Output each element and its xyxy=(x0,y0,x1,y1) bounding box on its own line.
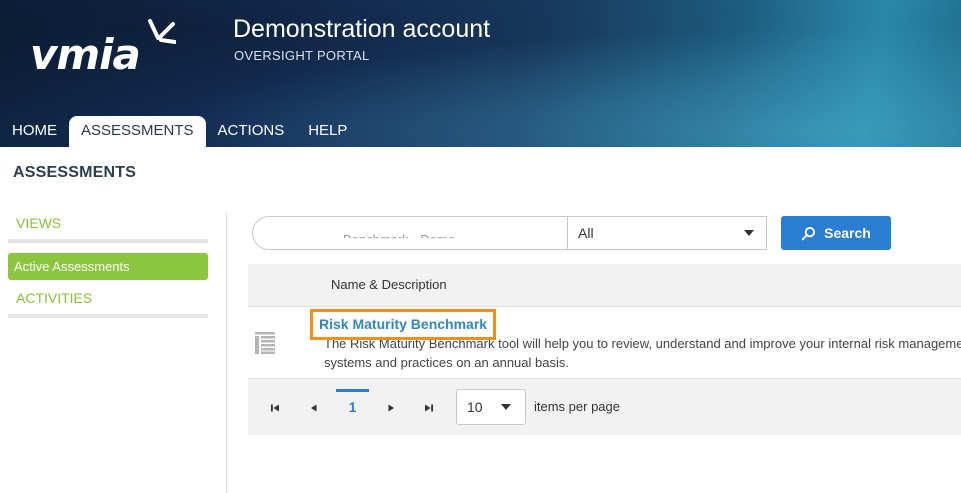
account-title: Demonstration account xyxy=(233,15,491,43)
vmia-logo[interactable]: vmia xyxy=(30,18,180,79)
nav-item-home[interactable]: HOME xyxy=(0,116,69,147)
chevron-down-icon xyxy=(744,230,754,236)
sidebar-divider xyxy=(8,239,208,243)
page-title: ASSESSMENTS xyxy=(13,164,137,181)
next-page-icon[interactable] xyxy=(384,401,398,415)
table-row: The Risk Maturity Benchmark tool will he… xyxy=(248,307,961,379)
column-header-name[interactable]: Name & Description xyxy=(331,277,447,292)
search-input-value: Benchmark - Demo xyxy=(343,232,455,247)
search-button[interactable]: Search xyxy=(781,216,891,250)
page-size-select[interactable]: 10 xyxy=(456,389,526,425)
sidebar: VIEWS Active Assessments ACTIVITIES xyxy=(8,212,208,318)
page-number-label: 1 xyxy=(348,399,357,415)
site-header: vmia Demonstration account OVERSIGHT POR… xyxy=(0,0,961,147)
current-page-indicator xyxy=(336,389,369,392)
assessment-list-icon xyxy=(255,332,275,354)
page-size-label: items per page xyxy=(534,399,620,414)
nav-item-actions[interactable]: ACTIONS xyxy=(206,116,297,147)
table-header: Name & Description xyxy=(248,264,961,307)
previous-page-icon[interactable] xyxy=(307,401,321,415)
page-size-value: 10 xyxy=(467,399,483,415)
nav-item-assessments[interactable]: ASSESSMENTS xyxy=(69,116,206,147)
filter-select[interactable]: All xyxy=(567,216,767,250)
assessment-link-risk-maturity-benchmark[interactable]: Risk Maturity Benchmark xyxy=(310,309,497,340)
main-nav: HOME ASSESSMENTS ACTIONS HELP xyxy=(0,116,359,147)
logo-star-icon xyxy=(148,19,176,44)
filter-select-value: All xyxy=(578,225,594,241)
last-page-icon[interactable] xyxy=(422,401,436,415)
sidebar-item-active-assessments[interactable]: Active Assessments xyxy=(8,253,208,280)
logo-text: vmia xyxy=(30,30,141,79)
search-input[interactable]: Benchmark - Demo xyxy=(252,216,568,250)
search-icon xyxy=(801,226,816,240)
nav-item-help[interactable]: HELP xyxy=(296,116,359,147)
pager: 1 10 items per page xyxy=(248,379,961,435)
account-subtitle: OVERSIGHT PORTAL xyxy=(234,48,370,63)
search-button-label: Search xyxy=(824,225,871,241)
content-divider xyxy=(226,212,227,493)
first-page-icon[interactable] xyxy=(268,401,282,415)
sidebar-heading-views[interactable]: VIEWS xyxy=(8,212,208,234)
chevron-down-icon xyxy=(501,404,511,410)
sidebar-divider xyxy=(8,314,208,318)
page-number-current[interactable]: 1 xyxy=(336,379,369,435)
sidebar-heading-activities[interactable]: ACTIVITIES xyxy=(8,287,208,309)
